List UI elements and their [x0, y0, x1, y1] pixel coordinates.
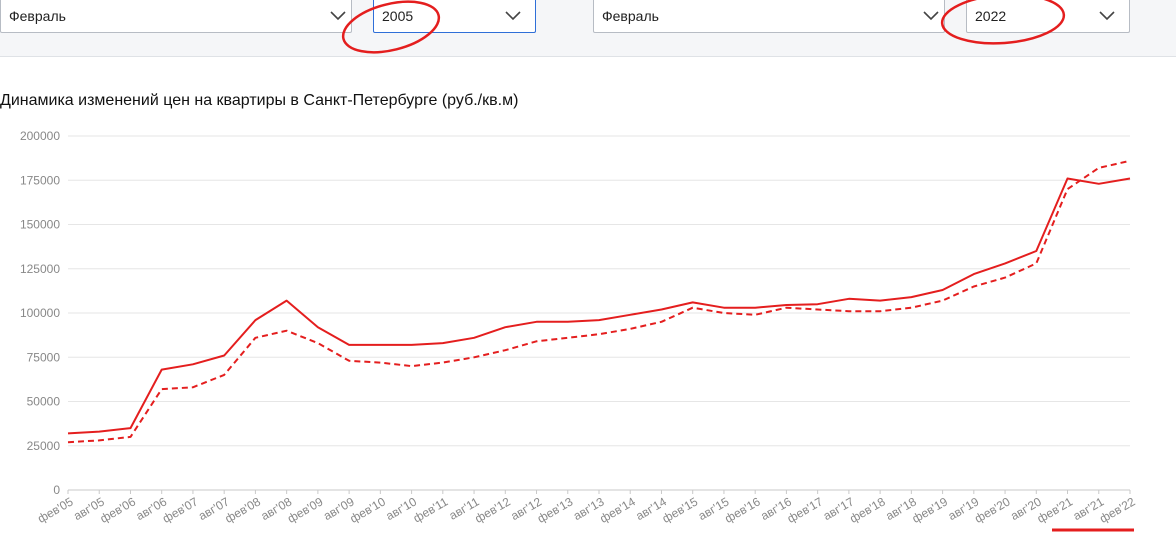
filter-bar: Февраль 2005 Февраль 2022	[0, 0, 1176, 57]
series-line-dashed	[67, 159, 1131, 444]
from-month-value: Февраль	[9, 8, 66, 24]
x-tick-label: фев'08	[223, 494, 264, 526]
from-month-select[interactable]: Февраль	[0, 0, 352, 33]
from-year-value: 2005	[382, 8, 414, 24]
y-tick-label: 125000	[20, 262, 60, 276]
y-tick-label: 25000	[27, 439, 61, 453]
chevron-down-icon	[330, 11, 346, 21]
x-tick-label: фев'18	[847, 494, 888, 526]
y-tick-label: 75000	[27, 350, 61, 364]
y-tick-label: 150000	[20, 218, 60, 232]
y-tick-label: 50000	[27, 395, 61, 409]
chevron-down-icon	[505, 11, 521, 21]
x-tick-label: фев'16	[722, 494, 763, 526]
x-tick-label: фев'05	[35, 494, 76, 526]
x-tick-label: фев'11	[411, 494, 451, 525]
x-tick-label: фев'22	[1097, 494, 1138, 526]
to-month-value: Февраль	[602, 8, 659, 24]
chart-title: Динамика изменений цен на квартиры в Сан…	[0, 92, 519, 109]
y-tick-label: 100000	[20, 306, 60, 320]
y-tick-label: 200000	[20, 129, 60, 143]
chevron-down-icon	[1099, 11, 1115, 21]
to-year-value: 2022	[975, 8, 1007, 24]
y-tick-label: 0	[53, 483, 60, 497]
x-tick-label: фев'09	[285, 494, 326, 526]
x-tick-label: фев'12	[472, 494, 513, 526]
x-tick-label: фев'21	[1035, 494, 1076, 526]
to-year-select[interactable]: 2022	[966, 0, 1130, 33]
price-chart: 0 25000 50000 75000 100000 125000 150000 175000…	[20, 129, 1138, 526]
x-tick-label: фев'07	[160, 494, 201, 526]
from-year-select[interactable]: 2005	[373, 0, 536, 33]
chevron-down-icon	[923, 11, 939, 21]
x-tick-label: фев'13	[535, 494, 576, 526]
x-tick-label: фев'15	[660, 494, 701, 526]
x-tick-label: фев'10	[347, 494, 388, 526]
y-tick-label: 175000	[20, 173, 60, 187]
x-tick-label: фев'14	[597, 494, 638, 526]
x-tick-label: фев'17	[785, 494, 826, 526]
to-month-select[interactable]: Февраль	[593, 0, 945, 33]
x-tick-label: фев'19	[910, 494, 951, 526]
series-line-solid	[67, 177, 1131, 435]
x-tick-label: фев'06	[98, 494, 139, 526]
x-tick-label: фев'20	[972, 494, 1013, 526]
